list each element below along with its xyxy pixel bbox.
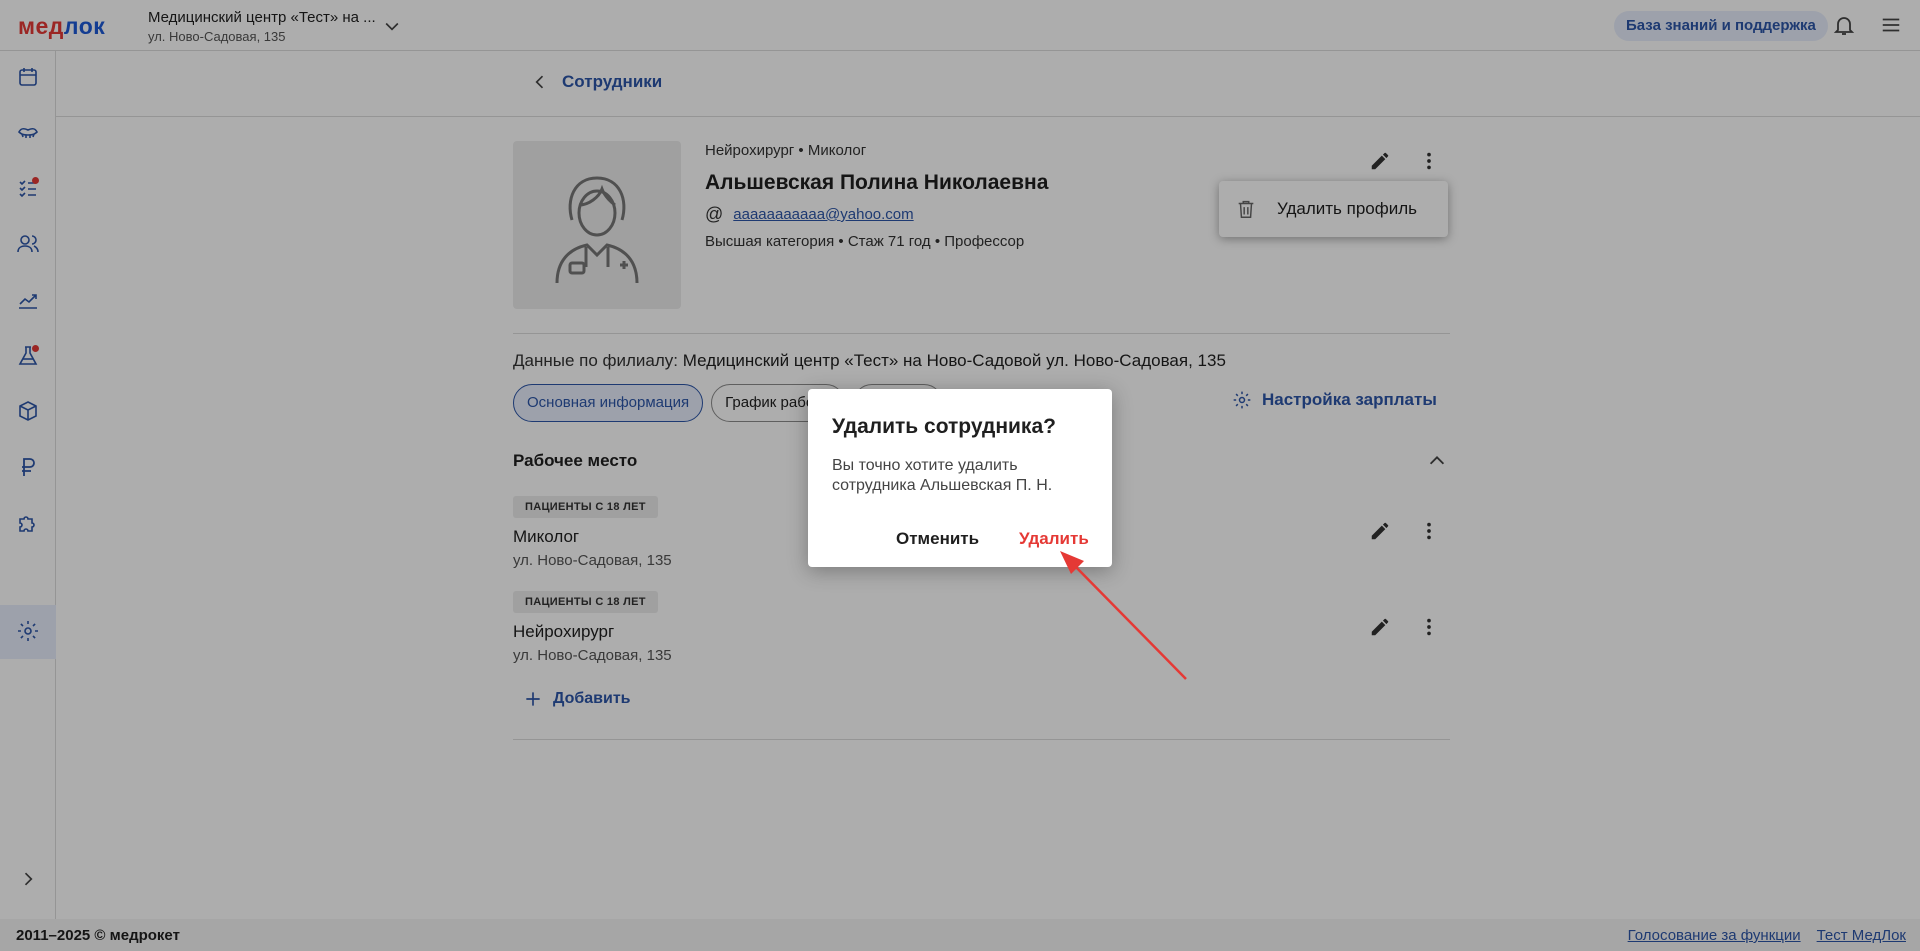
confirm-delete-button[interactable]: Удалить	[1019, 529, 1089, 549]
cancel-button[interactable]: Отменить	[896, 529, 979, 549]
delete-dialog: Удалить сотрудника? Вы точно хотите удал…	[808, 389, 1112, 567]
dialog-title: Удалить сотрудника?	[832, 415, 1056, 438]
dialog-text: Вы точно хотите удалить сотрудника Альше…	[832, 457, 1053, 494]
